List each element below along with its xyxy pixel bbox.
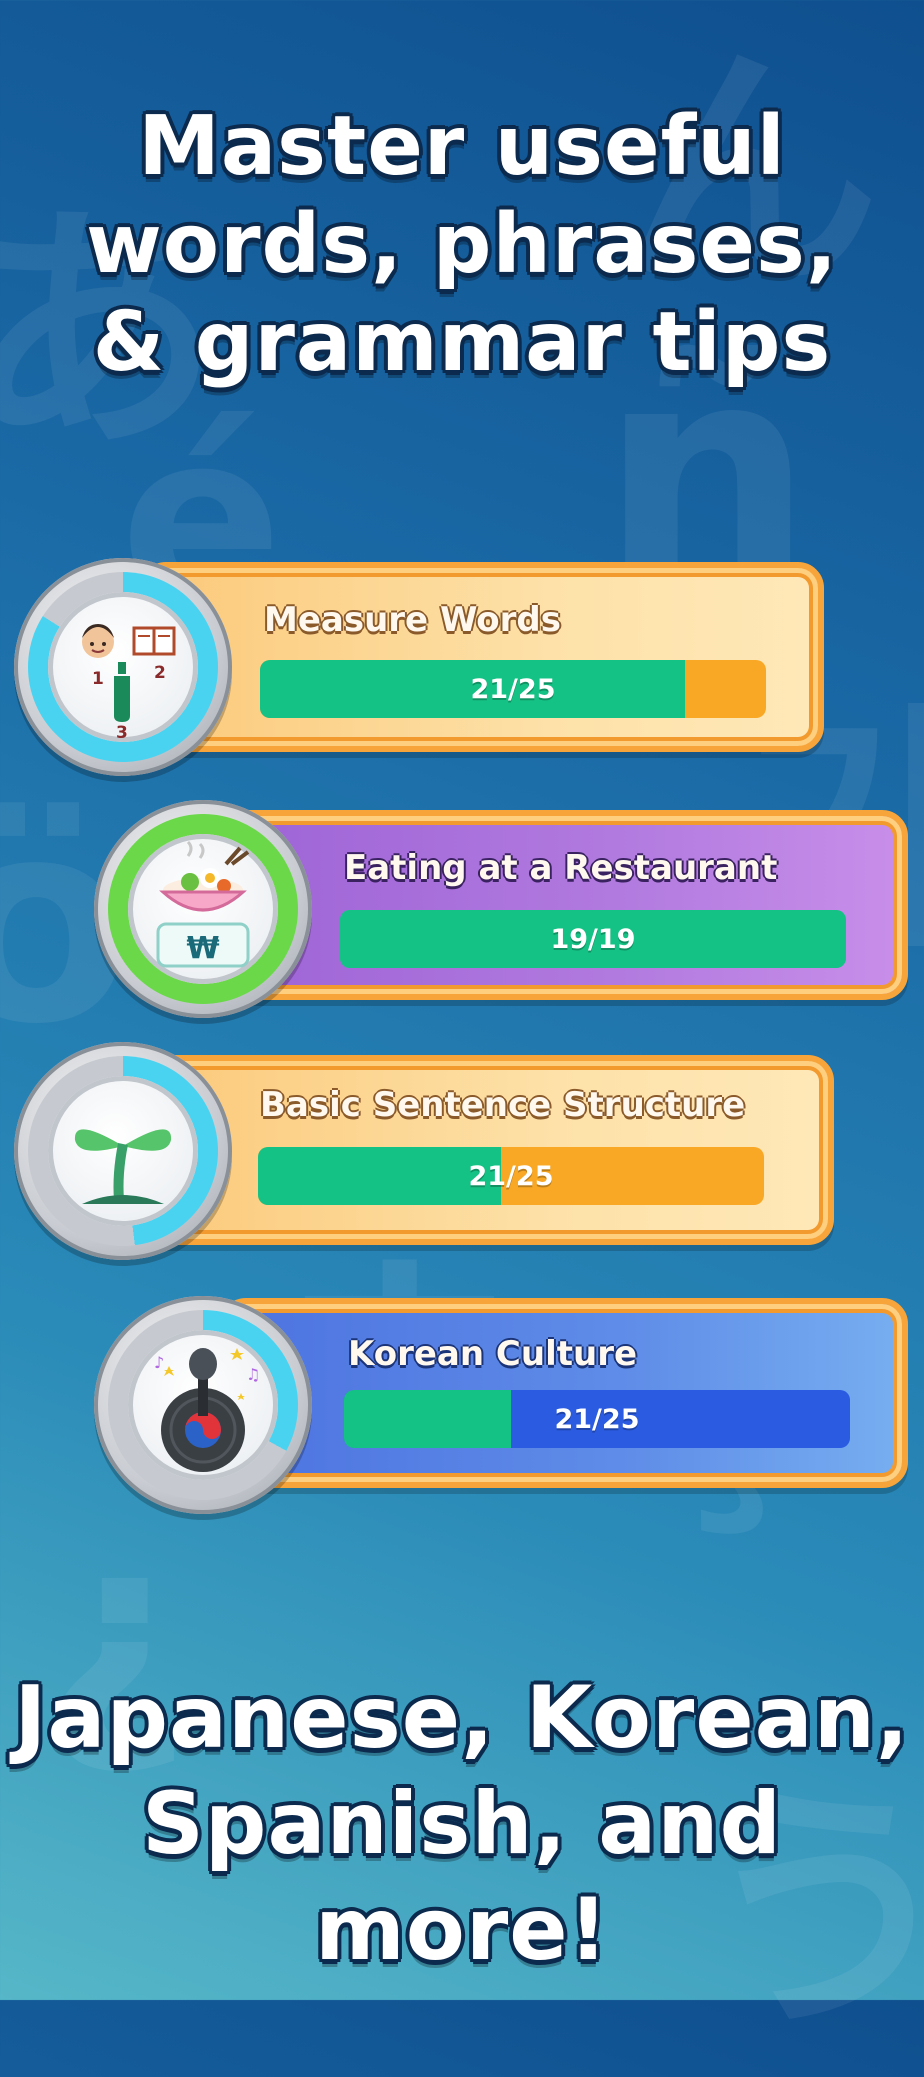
- lesson-card-basic-sentence-structure[interactable]: Basic Sentence Structure 21/25: [140, 1055, 834, 1245]
- svg-text:3: 3: [116, 723, 128, 742]
- lesson-progress-bar: 21/25: [258, 1147, 764, 1205]
- lesson-medal[interactable]: ₩: [94, 800, 312, 1018]
- lesson-progress-bar: 21/25: [344, 1390, 850, 1448]
- lesson-medal[interactable]: ♪ ♫: [94, 1296, 312, 1514]
- lesson-card-korean-culture[interactable]: Korean Culture 21/25: [220, 1298, 908, 1488]
- progress-count: 21/25: [554, 1403, 640, 1435]
- sprout-icon: [48, 1076, 198, 1226]
- microphone-vinyl-icon: ♪ ♫: [128, 1330, 278, 1480]
- lesson-title: Basic Sentence Structure: [260, 1085, 746, 1125]
- headline-line: words, phrases,: [86, 197, 838, 292]
- headline-line: Spanish, and more!: [141, 1774, 783, 1980]
- svg-text:₩: ₩: [186, 931, 219, 966]
- lesson-progress-bar: 21/25: [260, 660, 766, 718]
- lesson-title: Korean Culture: [348, 1334, 638, 1374]
- svg-text:2: 2: [154, 663, 166, 683]
- progress-count: 21/25: [470, 673, 556, 705]
- svg-text:1: 1: [92, 669, 104, 689]
- lesson-progress-bar: 19/19: [340, 910, 846, 968]
- svg-text:♪: ♪: [154, 1353, 164, 1372]
- lesson-title: Measure Words: [264, 600, 561, 640]
- lesson-card-eating-at-a-restaurant[interactable]: Eating at a Restaurant 19/19: [220, 810, 908, 1000]
- headline-line: Japanese, Korean,: [14, 1668, 910, 1768]
- people-book-bottle-count-icon: 1 2 3: [48, 592, 198, 743]
- lesson-medal[interactable]: 1 2 3: [14, 558, 232, 776]
- headline-line: & grammar tips: [92, 295, 832, 390]
- lesson-card-measure-words[interactable]: Measure Words 21/25: [140, 562, 824, 752]
- progress-count: 19/19: [550, 923, 636, 955]
- bibimbap-won-icon: ₩: [128, 834, 278, 984]
- lesson-title: Eating at a Restaurant: [344, 848, 778, 888]
- progress-count: 21/25: [468, 1160, 554, 1192]
- svg-text:♫: ♫: [246, 1365, 260, 1384]
- lesson-medal[interactable]: [14, 1042, 232, 1260]
- headline-line: Master useful: [138, 99, 786, 194]
- top-headline: Master useful words, phrases, & grammar …: [0, 98, 924, 392]
- bottom-headline: Japanese, Korean, Spanish, and more!: [0, 1665, 924, 1983]
